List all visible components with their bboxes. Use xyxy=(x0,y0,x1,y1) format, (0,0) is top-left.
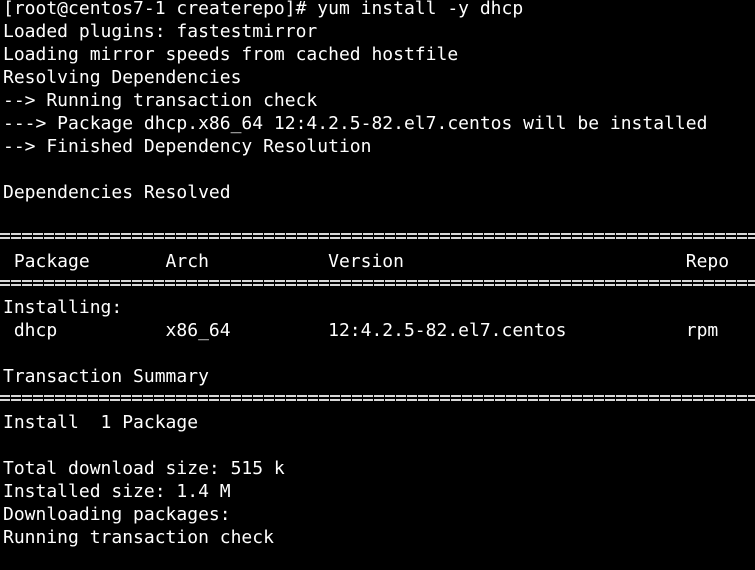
table-separator-header xyxy=(0,280,755,286)
command-prompt-line: [root@centos7-1 createrepo]# yum install… xyxy=(3,0,524,19)
output-line-running-check: --> Running transaction check xyxy=(3,90,318,111)
output-line-running-transaction-check: Running transaction check xyxy=(3,527,274,548)
output-line-resolving-dependencies: Resolving Dependencies xyxy=(3,67,242,88)
output-line-installed-size: Installed size: 1.4 M xyxy=(3,481,231,502)
output-line-loading-mirror: Loading mirror speeds from cached hostfi… xyxy=(3,44,459,65)
output-line-dependencies-resolved: Dependencies Resolved xyxy=(3,182,231,203)
output-line-total-download-size: Total download size: 515 k xyxy=(3,458,285,479)
table-row-dhcp: dhcp x86_64 12:4.2.5-82.el7.centos rpm xyxy=(3,320,719,341)
output-line-transaction-summary: Transaction Summary xyxy=(3,366,209,387)
table-header-row: Package Arch Version Repo xyxy=(3,251,730,272)
terminal-window[interactable]: [root@centos7-1 createrepo]# yum install… xyxy=(0,0,755,570)
summary-separator xyxy=(0,395,755,401)
output-line-package-install: ---> Package dhcp.x86_64 12:4.2.5-82.el7… xyxy=(3,113,708,134)
table-separator-top xyxy=(0,233,755,239)
output-line-finished-resolution: --> Finished Dependency Resolution xyxy=(3,136,372,157)
output-line-loaded-plugins: Loaded plugins: fastestmirror xyxy=(3,21,318,42)
output-line-downloading-packages: Downloading packages: xyxy=(3,504,231,525)
output-line-install-count: Install 1 Package xyxy=(3,412,199,433)
output-line-installing: Installing: xyxy=(3,297,123,318)
